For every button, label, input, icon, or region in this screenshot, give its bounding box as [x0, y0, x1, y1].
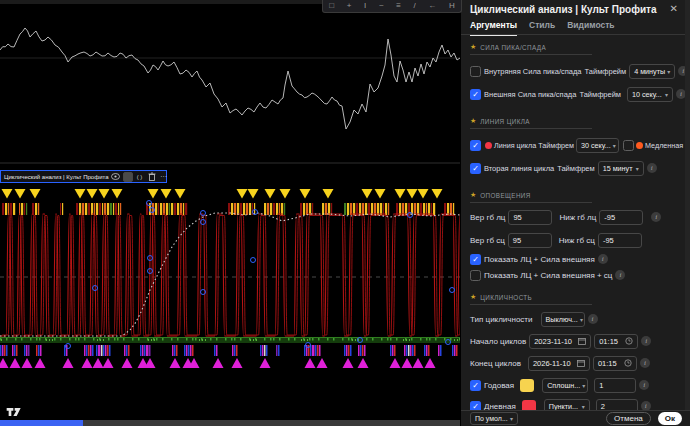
price-line [0, 28, 460, 129]
star-icon: ★ [470, 293, 476, 301]
row-cycles-end: Конец циклов 2026-11-10 01:15 i [470, 355, 686, 371]
trash-icon[interactable] [147, 172, 157, 182]
cross-tool-icon[interactable]: + [347, 2, 352, 10]
lower-lc-input[interactable]: -95 [599, 210, 643, 225]
lower-sc-input[interactable]: -95 [598, 233, 642, 248]
section-peak: ★СИЛА ПИКА/СПАДА [470, 43, 592, 55]
info-icon[interactable]: i [651, 212, 661, 222]
source-code-icon[interactable]: ( ) [135, 172, 145, 182]
cycle-timeframe-select[interactable]: 30 секу...▾ [576, 138, 619, 153]
indicator-legend[interactable]: Циклический анализ | Культ Профита ( ) ⋯ [0, 170, 167, 183]
info-icon[interactable]: i [641, 336, 651, 346]
second-timeframe-select[interactable]: 15 минут▾ [598, 161, 644, 176]
info-icon[interactable]: i [640, 358, 650, 368]
calendar-icon [577, 359, 585, 367]
info-icon[interactable]: i [588, 314, 598, 324]
gear-icon[interactable] [123, 172, 133, 182]
second-line-checkbox[interactable]: ✓ [470, 163, 481, 174]
outer-strength-checkbox[interactable]: ✓ [470, 89, 481, 100]
close-icon[interactable]: ✕ [670, 3, 678, 14]
cycle-line-checkbox[interactable]: ✓ [470, 140, 481, 151]
info-icon[interactable]: i [639, 380, 649, 390]
show-lc-checkbox[interactable]: ✓ [470, 254, 481, 265]
tab-separator [461, 34, 690, 35]
eye-icon[interactable] [111, 172, 121, 182]
row-outer-strength: ✓ Внешняя Сила пика/спада Таймфрейм 10 с… [470, 86, 662, 102]
slow-color-dot[interactable] [636, 142, 643, 149]
start-date-input[interactable]: 2023-11-10 [529, 334, 591, 349]
yearly-width-input[interactable]: 1 [594, 378, 636, 393]
row-cycle-line: ✓ Линия цикла Таймфрем 30 секу...▾ Медле… [470, 137, 686, 153]
strength-band-bottom [0, 345, 458, 356]
dialog-scrollbar[interactable] [685, 0, 690, 426]
calendar-icon [578, 337, 586, 345]
row-show-lc-sc: Показать ЛЦ + Сила внешняя + сц i [470, 267, 686, 283]
inner-timeframe-select[interactable]: 4 минуты▾ [629, 64, 675, 79]
strength-band-top [2, 203, 454, 215]
row-second-line: ✓ Вторая линия цикла Таймфрем 15 минут▾ … [470, 160, 686, 176]
row-alert-lc: Вер гб лц 95 Ниж гб лц -95 i [470, 209, 686, 225]
yearly-color-swatch[interactable] [520, 379, 534, 392]
end-time-input[interactable]: 01:15 [593, 356, 637, 371]
row-cyclicity-type: Тип цикличности Выключ...▾ i [470, 311, 686, 327]
section-cycle-line: ★ЛИНИЯ ЦИКЛА [470, 117, 592, 129]
preset-select[interactable]: По умол...▾ [470, 412, 518, 425]
cycle-line-wave [0, 214, 460, 336]
star-icon: ★ [470, 117, 476, 125]
indicator-title: Циклический анализ | Культ Профита [4, 174, 109, 180]
drawing-toolbar[interactable]: □ + I ~ ≡ / ← H [322, 0, 462, 13]
text-tool-icon[interactable]: I [364, 2, 366, 10]
outer-timeframe-select[interactable]: 10 секу...▾ [627, 87, 673, 102]
channel-tool-icon[interactable]: ≡ [396, 2, 401, 10]
screen: □ + I ~ ≡ / ← H Циклический анализ | Кул… [0, 0, 690, 426]
dialog-footer: По умол...▾ Отмена Ок [461, 410, 690, 426]
info-icon[interactable]: i [615, 270, 625, 280]
row-show-lc: ✓ Показать ЛЦ + Сила внешняя i [470, 251, 686, 267]
star-icon: ★ [470, 43, 476, 51]
section-cyclicity: ★ЦИКЛИЧНОСТЬ [470, 293, 592, 305]
row-alert-sc: Вер гб сц 95 Ниж гб сц -95 [470, 232, 686, 248]
section-alerts: ★ОПОВЕЩЕНИЯ [470, 191, 592, 203]
show-lc-sc-checkbox[interactable] [470, 270, 481, 281]
more-options-icon[interactable]: ⋯ [159, 172, 169, 182]
row-yearly: ✓ Годовая Сплошн...▾ 1 i [470, 377, 686, 393]
row-inner-strength: Внутряняя Сила пика/спада Таймфрейм 4 ми… [470, 63, 662, 79]
ok-button[interactable]: Ок [658, 412, 682, 425]
trough-markers [0, 358, 436, 368]
row-cycles-start: Начало циклов 2023-11-10 01:15 i [470, 333, 686, 349]
dialog-title: Циклический анализ | Культ Профита [470, 4, 657, 15]
upper-lc-input[interactable]: 95 [508, 210, 552, 225]
arrow-tool-icon[interactable]: ← [428, 2, 436, 10]
upper-sc-input[interactable]: 95 [508, 233, 552, 248]
end-date-input[interactable]: 2026-11-10 [528, 356, 590, 371]
settings-dialog: Циклический анализ | Культ Профита ✕ Арг… [460, 0, 690, 426]
info-icon[interactable]: i [598, 254, 608, 264]
peak-markers [2, 189, 443, 199]
video-progress-bar[interactable] [0, 420, 460, 426]
polyline-tool-icon[interactable]: ~ [379, 2, 384, 10]
cyclicity-type-select[interactable]: Выключ...▾ [541, 312, 585, 327]
inner-strength-checkbox[interactable] [470, 66, 481, 77]
rectangle-tool-icon[interactable]: □ [329, 2, 334, 10]
clock-icon [625, 337, 633, 345]
chart-canvas[interactable] [0, 0, 460, 426]
video-progress-fill [0, 420, 83, 426]
info-icon[interactable]: i [647, 163, 657, 173]
clock-icon [624, 359, 632, 367]
star-icon: ★ [470, 191, 476, 199]
cycle-line-color-dot[interactable] [485, 142, 492, 149]
yearly-checkbox[interactable]: ✓ [470, 380, 481, 391]
start-time-input[interactable]: 01:15 [594, 334, 638, 349]
magnet-tool-icon[interactable]: H [449, 2, 455, 10]
cancel-button[interactable]: Отмена [606, 412, 651, 425]
pencil-tool-icon[interactable]: / [413, 2, 415, 10]
chart-panel[interactable]: □ + I ~ ≡ / ← H Циклический анализ | Кул… [0, 0, 460, 426]
yearly-style-select[interactable]: Сплошн...▾ [542, 378, 588, 393]
slow-checkbox[interactable] [623, 140, 634, 151]
